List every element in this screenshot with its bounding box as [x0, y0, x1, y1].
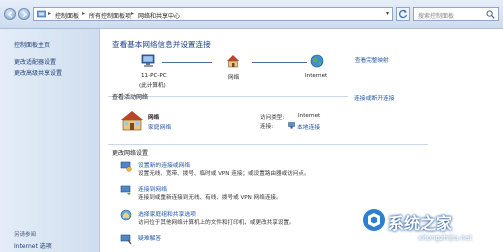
sidebar-item-control-panel-home[interactable]: 控制面板主页: [14, 40, 50, 49]
setup-connection-link[interactable]: 设置新的连接或网络: [138, 160, 190, 169]
full-map-link[interactable]: 查看完整映射: [355, 56, 389, 64]
home-network-icon: [121, 111, 143, 131]
map-computer-sub: (此计算机): [139, 83, 166, 89]
setup-connection-desc: 设置无线、宽带、拨号、临时或 VPN 连接；或设置路由器或访问点。: [138, 171, 310, 177]
back-button[interactable]: [4, 8, 16, 20]
new-connection-icon: [120, 161, 132, 172]
computer-icon: [141, 54, 155, 67]
search-input[interactable]: 搜索控制面板: [413, 7, 499, 21]
forward-arrow-icon: [22, 11, 28, 18]
forward-button[interactable]: [18, 8, 30, 20]
watermark-url: xitongzhijia.net: [418, 234, 472, 242]
left-pane: 控制面板主页 更改适配器设置 更改高级共享设置 另请参阅 Internet 选项: [0, 29, 100, 252]
breadcrumb-separator-icon: ▸: [48, 10, 52, 17]
breadcrumb-all-items[interactable]: 所有控制面板项: [89, 11, 131, 20]
watermark-text: 系统之家: [388, 214, 453, 233]
local-connection-link[interactable]: 本地连接: [297, 122, 320, 131]
connect-to-network-desc: 连接到或重新连接到无线、有线、拨号或 VPN 网络连接。: [138, 195, 282, 201]
sidebar-item-internet-options[interactable]: Internet 选项: [14, 241, 52, 250]
change-settings-header: 更改网络设置: [112, 150, 149, 157]
watermark-logo-icon: [363, 209, 385, 231]
page-title: 查看基本网络信息并设置连接: [112, 40, 211, 49]
sidebar-item-adapter-settings[interactable]: 更改适配器设置: [14, 57, 56, 66]
active-networks-header: 查看活动网络: [112, 94, 149, 101]
troubleshoot-icon: [120, 234, 132, 245]
active-network-name: 网络: [148, 115, 160, 121]
section-divider: [108, 144, 428, 145]
sidebar-item-advanced-sharing[interactable]: 更改高级共享设置: [14, 68, 62, 77]
breadcrumb-control-panel[interactable]: 控制面板: [55, 11, 79, 20]
map-computer-name: 11-PC-PC: [141, 73, 167, 79]
globe-icon: [310, 54, 324, 68]
back-arrow-icon: [7, 11, 13, 18]
network-type-link[interactable]: 家庭网络: [148, 122, 171, 131]
refresh-icon: [399, 9, 408, 19]
ethernet-icon: [288, 122, 295, 129]
access-type-value: Internet: [298, 113, 321, 119]
address-bar[interactable]: ▸ 控制面板 ▸ 所有控制面板项 ▸ 网络和共享中心 ▾: [33, 7, 393, 21]
watermark: 系统之家 xitongzhijia.net: [360, 208, 502, 250]
map-internet-name: Internet: [305, 73, 328, 79]
breadcrumb-separator-icon: ▸: [131, 10, 135, 17]
home-network-icon: [227, 55, 239, 68]
map-link-line: [162, 62, 212, 63]
search-icon[interactable]: [486, 10, 495, 19]
homegroup-desc: 访问位于其他网络计算机上的文件和打印机，或更改共享设置。: [138, 220, 295, 226]
title-bar: ▸ 控制面板 ▸ 所有控制面板项 ▸ 网络和共享中心 ▾ 搜索控制面板: [0, 0, 503, 29]
connect-disconnect-link[interactable]: 连接或断开连接: [354, 93, 395, 102]
breadcrumb-network-center[interactable]: 网络和共享中心: [138, 11, 180, 20]
breadcrumb-separator-icon: ▸: [82, 10, 86, 17]
troubleshoot-link[interactable]: 疑难解答: [138, 233, 161, 242]
chevron-down-icon[interactable]: ▾: [386, 10, 389, 17]
connections-label: 连接:: [260, 124, 274, 130]
connect-network-icon: [120, 185, 131, 195]
see-also-title: 另请参阅: [14, 232, 37, 238]
search-placeholder: 搜索控制面板: [418, 13, 455, 20]
map-network-name: 网络: [228, 75, 240, 81]
refresh-button[interactable]: [396, 7, 410, 21]
map-link-line: [252, 62, 307, 63]
homegroup-link[interactable]: 选择家庭组和共享选项: [138, 209, 196, 218]
connect-to-network-link[interactable]: 连接到网络: [138, 184, 167, 193]
access-type-label: 访问类型:: [260, 115, 285, 121]
control-panel-icon: [37, 10, 46, 18]
homegroup-icon: [120, 209, 132, 221]
